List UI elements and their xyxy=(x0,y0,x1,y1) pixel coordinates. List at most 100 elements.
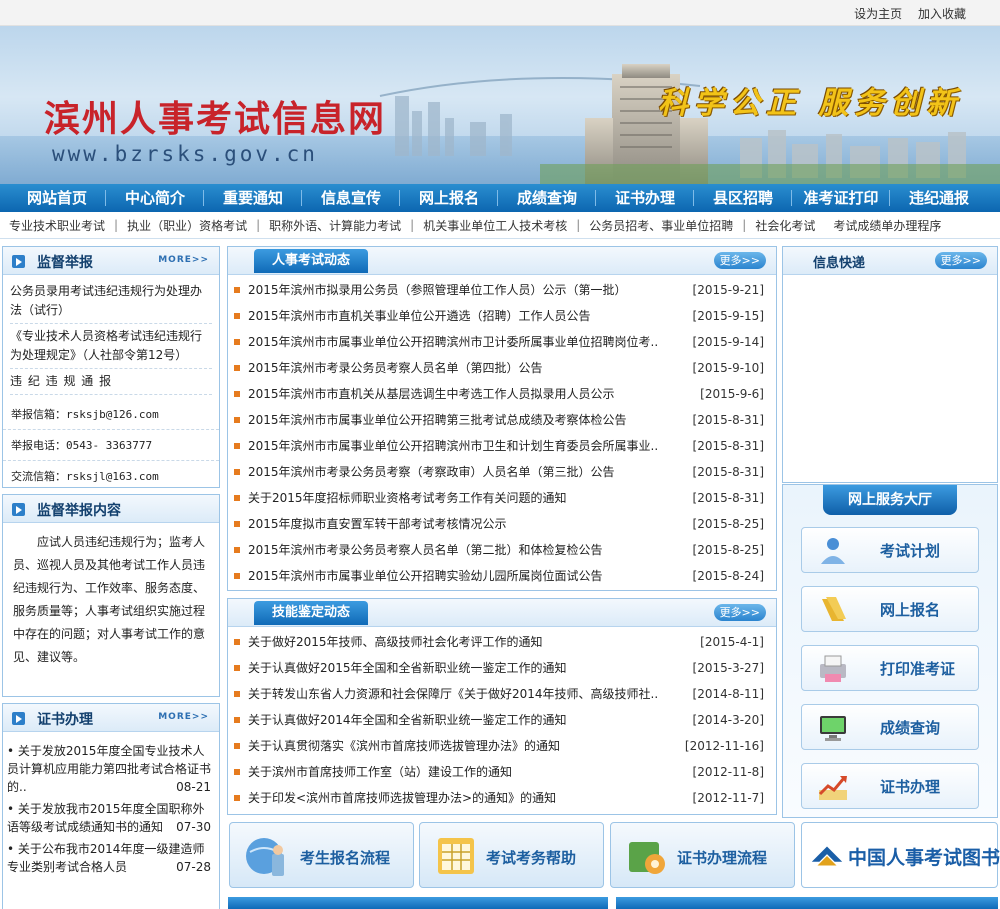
nav-admission-ticket[interactable]: 准考证打印 xyxy=(792,184,890,212)
list-item[interactable]: • 关于发放我市2015年度全国职称外语等级考试成绩通知书的通知 07-30 xyxy=(5,800,217,836)
subnav-social-exam[interactable]: 社会化考试 xyxy=(746,217,824,234)
bottom-strip xyxy=(616,897,998,909)
news-title: 2015年滨州市考录公务员考察（考察政审）人员名单（第三批）公告 xyxy=(248,465,615,479)
list-item[interactable]: 违 纪 违 规 通 报 xyxy=(10,369,212,395)
item-text: 关于发放我市2015年度全国职称外语等级考试成绩通知书的通知 xyxy=(7,802,205,834)
news-date: [2015-8-31] xyxy=(692,491,764,505)
news-row[interactable]: 2015年滨州市考录公务员考察人员名单（第四批）公告 [2015-9-10] xyxy=(228,355,776,381)
nav-score-query[interactable]: 成绩查询 xyxy=(498,184,596,212)
news-row[interactable]: 关于滨州市首席技师工作室（站）建设工作的通知 [2012-11-8] xyxy=(228,759,776,785)
nav-important-notices[interactable]: 重要通知 xyxy=(204,184,302,212)
bullet-icon xyxy=(234,469,240,475)
bullet-icon xyxy=(234,339,240,345)
news-row[interactable]: 关于认真做好2015年全国和全省新职业统一鉴定工作的通知 [2015-3-27] xyxy=(228,655,776,681)
panel-header: 监督举报 MORE>> xyxy=(3,247,219,275)
certificate-process-button[interactable]: 证书办理流程 xyxy=(610,822,795,888)
news-row[interactable]: 关于认真贯彻落实《滨州市首席技师选拔管理办法》的通知 [2012-11-16] xyxy=(228,733,776,759)
news-title: 关于印发<滨州市首席技师选拔管理办法>的通知》的通知 xyxy=(248,791,557,805)
subnav-score-report-procedure[interactable]: 考试成绩单办理程序 xyxy=(824,217,950,234)
bullet-icon xyxy=(234,287,240,293)
nav-info-publicity[interactable]: 信息宣传 xyxy=(302,184,400,212)
exchange-email: 交流信箱：rsksjl@163.com xyxy=(11,470,159,483)
news-row[interactable]: 2015年滨州市市直机关事业单位公开遴选（招聘）工作人员公告 [2015-9-15… xyxy=(228,303,776,329)
list-item[interactable]: • 关于公布我市2014年度一级建造师专业类别考试合格人员 07-28 xyxy=(5,840,217,876)
subnav-qualification-exam[interactable]: 执业（职业）资格考试 xyxy=(118,217,256,234)
service-label: 打印准考证 xyxy=(880,660,956,678)
online-registration-button[interactable]: 网上报名 xyxy=(801,586,979,632)
news-row[interactable]: 关于认真做好2014年全国和全省新职业统一鉴定工作的通知 [2014-3-20] xyxy=(228,707,776,733)
more-button[interactable]: 更多>> xyxy=(934,252,987,269)
news-row[interactable]: 2015年滨州市考录公务员考察人员名单（第二批）和体检复检公告 [2015-8-2… xyxy=(228,537,776,563)
list-item[interactable]: 《专业技术人员资格考试违纪违规行为处理规定》（人社部令第12号） xyxy=(10,324,212,369)
report-phone: 举报电话：0543- 3363777 xyxy=(3,430,219,461)
panel-body: 公务员录用考试违纪违规行为处理办法（试行） 《专业技术人员资格考试违纪违规行为处… xyxy=(3,275,219,399)
news-row[interactable]: 2015年滨州市市属事业单位公开招聘滨州市卫生和计划生育委员会所属事业.. [20… xyxy=(228,433,776,459)
panel-header: 信息快递 更多>> xyxy=(783,247,997,275)
sub-nav: 专业技术职业考试 | 执业（职业）资格考试 | 职称外语、计算能力考试 | 机关… xyxy=(0,212,1000,239)
bullet-icon xyxy=(234,691,240,697)
bullet-icon xyxy=(234,365,240,371)
china-exam-bookstore-banner[interactable]: 中国人事考试图书网 xyxy=(801,822,1000,888)
news-date: [2014-3-20] xyxy=(692,713,764,727)
panel-tab-title: 技能鉴定动态 xyxy=(254,601,369,625)
news-row[interactable]: 关于转发山东省人力资源和社会保障厅《关于做好2014年技师、高级技师社.. [20… xyxy=(228,681,776,707)
nav-online-registration[interactable]: 网上报名 xyxy=(400,184,498,212)
panel-title: 监督举报 xyxy=(37,255,93,271)
exam-plan-button[interactable]: 考试计划 xyxy=(801,527,979,573)
report-content-panel: 监督举报内容 应试人员违纪违规行为；监考人员、巡视人员及其他考试工作人员违纪违规… xyxy=(2,494,220,697)
more-link[interactable]: MORE>> xyxy=(158,712,209,722)
registration-process-button[interactable]: 考生报名流程 xyxy=(229,822,414,888)
bullet-icon xyxy=(234,769,240,775)
more-button[interactable]: 更多>> xyxy=(713,252,766,269)
news-row[interactable]: 2015年滨州市市属事业单位公开招聘实验幼儿园所属岗位面试公告 [2015-8-2… xyxy=(228,563,776,589)
news-row[interactable]: 关于印发<滨州市首席技师选拔管理办法>的通知》的通知 [2012-11-7] xyxy=(228,785,776,811)
nav-violation-notice[interactable]: 违纪通报 xyxy=(890,184,988,212)
list-item[interactable]: 公务员录用考试违纪违规行为处理办法（试行） xyxy=(10,279,212,324)
bottom-strip xyxy=(228,897,608,909)
news-row[interactable]: 关于2015年度招标师职业资格考试考务工作有关问题的通知 [2015-8-31] xyxy=(228,485,776,511)
certificate-handling-button[interactable]: 证书办理 xyxy=(801,763,979,809)
report-content-text: 应试人员违纪违规行为；监考人员、巡视人员及其他考试工作人员违纪违规行为、工作效率… xyxy=(13,535,206,664)
news-title: 2015年滨州市考录公务员考察人员名单（第四批）公告 xyxy=(248,361,543,375)
news-row[interactable]: 2015年滨州市市直机关从基层选调生中考选工作人员拟录用人员公示 [2015-9-… xyxy=(228,381,776,407)
print-admission-ticket-button[interactable]: 打印准考证 xyxy=(801,645,979,691)
news-date: [2015-9-10] xyxy=(692,361,764,375)
bookstore-logo-icon xyxy=(811,846,843,866)
news-row[interactable]: 2015年度拟市直安置军转干部考试考核情况公示 [2015-8-25] xyxy=(228,511,776,537)
news-date: [2015-9-14] xyxy=(692,335,764,349)
news-row[interactable]: 2015年滨州市考录公务员考察（考察政审）人员名单（第三批）公告 [2015-8-… xyxy=(228,459,776,485)
list-item[interactable]: • 关于发放2015年度全国专业技术人员计算机应用能力第四批考试合格证书的.. … xyxy=(5,742,217,796)
more-button[interactable]: 更多>> xyxy=(713,604,766,621)
news-date: [2015-8-31] xyxy=(692,413,764,427)
nav-home[interactable]: 网站首页 xyxy=(8,184,106,212)
service-label: 证书办理 xyxy=(880,778,941,796)
subnav-civil-servant-exam[interactable]: 公务员招考、事业单位招聘 xyxy=(580,217,742,234)
score-query-button[interactable]: 成绩查询 xyxy=(801,704,979,750)
item-text: 关于公布我市2014年度一级建造师专业类别考试合格人员 xyxy=(7,842,205,874)
subnav-worker-tech-assessment[interactable]: 机关事业单位工人技术考核 xyxy=(414,217,576,234)
news-date: [2015-8-25] xyxy=(692,543,764,557)
subnav-professional-tech-exam[interactable]: 专业技术职业考试 xyxy=(0,217,114,234)
bullet-icon xyxy=(234,573,240,579)
news-row[interactable]: 关于做好2015年技师、高级技师社会化考评工作的通知 [2015-4-1] xyxy=(228,629,776,655)
more-link[interactable]: MORE>> xyxy=(158,255,209,265)
news-title: 2015年滨州市市属事业单位公开招聘实验幼儿园所属岗位面试公告 xyxy=(248,569,603,583)
news-row[interactable]: 2015年滨州市拟录用公务员（参照管理单位工作人员）公示（第一批） [2015-9… xyxy=(228,277,776,303)
news-row[interactable]: 2015年滨州市市属事业单位公开招聘第三批考试总成绩及考察体检公告 [2015-8… xyxy=(228,407,776,433)
subnav-foreign-language-exam[interactable]: 职称外语、计算能力考试 xyxy=(260,217,410,234)
add-favorite-link[interactable]: 加入收藏 xyxy=(918,7,966,21)
bullet-icon xyxy=(234,795,240,801)
nav-certificate[interactable]: 证书办理 xyxy=(596,184,694,212)
page: 设为主页 加入收藏 滨州人事考试信息网 www.bzrsks.gov.cn 科学… xyxy=(0,0,1000,909)
panel-tab-title: 人事考试动态 xyxy=(254,249,369,273)
bullet-icon xyxy=(234,665,240,671)
nav-center-intro[interactable]: 中心简介 xyxy=(106,184,204,212)
news-row[interactable]: 2015年滨州市市属事业单位公开招聘滨州市卫计委所属事业单位招聘岗位考.. [20… xyxy=(228,329,776,355)
monitor-icon xyxy=(820,716,846,741)
set-homepage-link[interactable]: 设为主页 xyxy=(854,7,902,21)
exam-affairs-help-button[interactable]: 考试考务帮助 xyxy=(419,822,604,888)
site-slogan: 科学公正 服务创新 xyxy=(658,86,963,121)
news-date: [2012-11-7] xyxy=(692,791,764,805)
bullet-icon xyxy=(234,743,240,749)
nav-county-recruitment[interactable]: 县区招聘 xyxy=(694,184,792,212)
